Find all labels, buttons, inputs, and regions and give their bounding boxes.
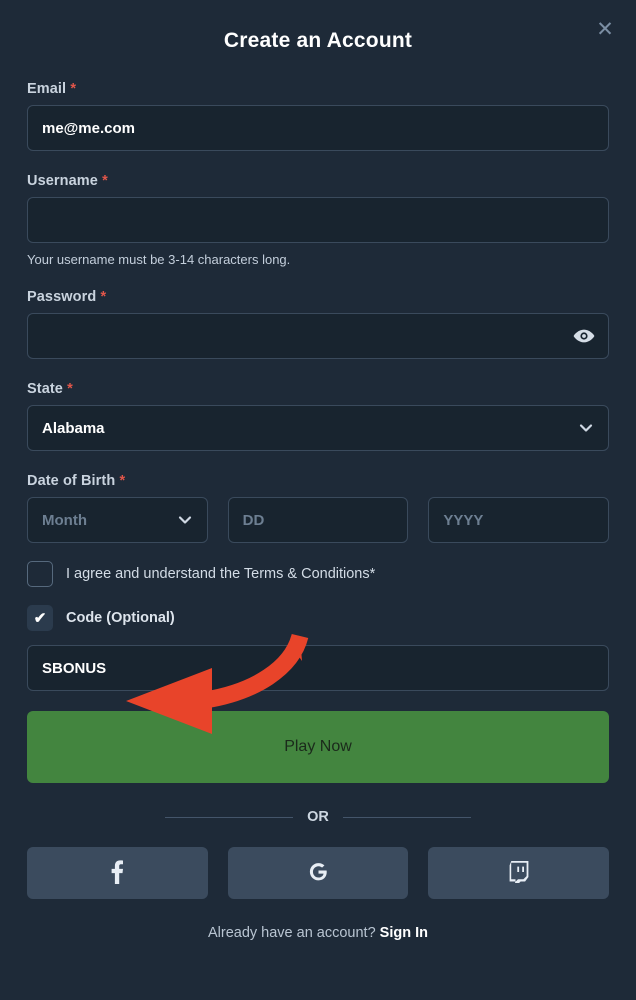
- required-marker: *: [100, 289, 107, 305]
- password-input-wrap: [27, 313, 609, 359]
- dob-month-wrap: Month: [27, 497, 208, 543]
- dob-field-group: Date of Birth * Month DD YYYY: [27, 473, 610, 543]
- facebook-icon: [111, 859, 124, 887]
- dob-day-input[interactable]: DD: [227, 497, 409, 543]
- create-account-modal: ✕ Create an Account Email * me@me.com Us…: [0, 0, 636, 1000]
- password-input[interactable]: [27, 313, 609, 359]
- code-checkbox-row[interactable]: Code (Optional): [27, 605, 609, 631]
- divider-line-left: [165, 816, 294, 818]
- state-select[interactable]: Alabama: [27, 405, 609, 451]
- username-label: Username *: [27, 173, 108, 189]
- password-field-group: Password *: [27, 289, 609, 359]
- terms-label: I agree and understand the Terms & Condi…: [66, 566, 376, 582]
- dob-year-input[interactable]: YYYY: [428, 497, 610, 543]
- facebook-login-button[interactable]: [27, 847, 208, 899]
- divider-line-right: [342, 816, 471, 818]
- signin-prompt-text: Already have an account?: [207, 925, 376, 941]
- code-input[interactable]: SBONUS: [27, 645, 609, 691]
- page-title: Create an Account: [223, 29, 413, 52]
- state-field-group: State * Alabama: [27, 381, 609, 451]
- username-helper-text: Your username must be 3-14 characters lo…: [27, 252, 291, 267]
- dob-day-wrap: DD: [227, 497, 409, 543]
- email-field-group: Email * me@me.com: [27, 81, 609, 151]
- state-select-wrap: Alabama: [27, 405, 609, 451]
- code-checkbox[interactable]: [27, 605, 53, 631]
- or-divider: OR: [27, 809, 609, 825]
- code-label: Code (Optional): [66, 610, 175, 626]
- email-label: Email *: [27, 81, 77, 97]
- dob-month-select[interactable]: Month: [27, 497, 208, 543]
- username-field-group: Username * Your username must be 3-14 ch…: [27, 173, 609, 267]
- sign-in-link[interactable]: Sign In: [380, 925, 428, 941]
- required-marker: *: [70, 81, 77, 97]
- state-label: State *: [27, 381, 73, 397]
- google-login-button[interactable]: [227, 847, 409, 899]
- eye-icon[interactable]: [573, 325, 595, 347]
- google-icon: [307, 860, 330, 886]
- required-marker: *: [102, 173, 108, 189]
- close-icon[interactable]: ✕: [592, 16, 618, 42]
- code-input-wrap: SBONUS: [27, 645, 609, 691]
- username-input[interactable]: [27, 197, 609, 243]
- signin-prompt: Already have an account? Sign In: [27, 925, 609, 941]
- twitch-login-button[interactable]: [428, 847, 610, 899]
- dob-row: Month DD YYYY: [27, 497, 610, 543]
- or-label: OR: [307, 809, 329, 825]
- required-marker: *: [119, 473, 126, 489]
- password-label: Password *: [27, 289, 107, 305]
- twitch-icon: [509, 860, 529, 886]
- terms-checkbox[interactable]: [27, 561, 53, 587]
- play-now-button[interactable]: Play Now: [27, 711, 609, 783]
- required-marker: *: [67, 381, 73, 397]
- social-login-row: [27, 847, 610, 899]
- terms-checkbox-row[interactable]: I agree and understand the Terms & Condi…: [27, 561, 609, 587]
- email-input[interactable]: me@me.com: [27, 105, 609, 151]
- dob-year-wrap: YYYY: [428, 497, 610, 543]
- dob-label: Date of Birth *: [27, 473, 126, 489]
- signup-form: Email * me@me.com Username * Your userna…: [0, 81, 636, 941]
